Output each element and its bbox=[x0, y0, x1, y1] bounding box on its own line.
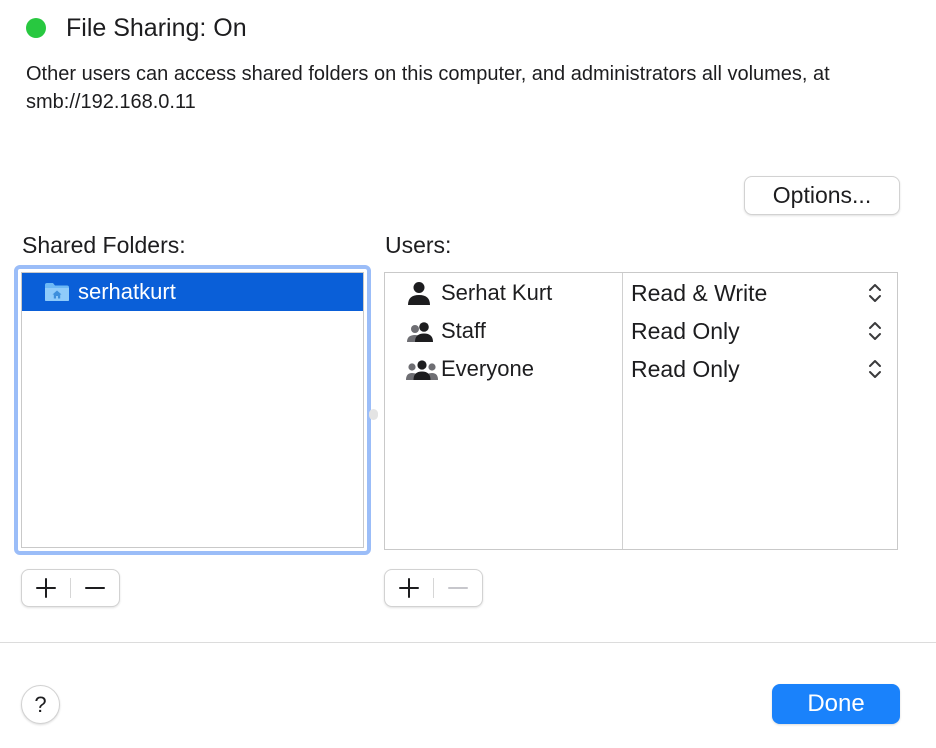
users-label: Users: bbox=[385, 232, 452, 258]
minus-icon bbox=[448, 587, 468, 589]
user-name-cell: Staff bbox=[385, 318, 622, 344]
sharing-description: Other users can access shared folders on… bbox=[26, 63, 830, 113]
permission-popup-serhat-kurt[interactable]: Read & Write bbox=[622, 280, 897, 307]
up-down-chevron-icon bbox=[869, 360, 881, 378]
user-row-staff[interactable]: Staff Read Only bbox=[385, 312, 897, 350]
status-indicator-dot bbox=[26, 18, 46, 38]
remove-folder-button[interactable] bbox=[71, 570, 119, 606]
plus-icon bbox=[36, 578, 56, 598]
permission-value: Read Only bbox=[631, 355, 740, 382]
shared-folders-list-content: serhatkurt bbox=[21, 272, 364, 548]
user-name-cell: Everyone bbox=[385, 356, 622, 382]
user-name: Everyone bbox=[441, 356, 534, 381]
user-row-serhat-kurt[interactable]: Serhat Kurt Read & Write bbox=[385, 274, 897, 312]
user-name: Serhat Kurt bbox=[441, 280, 553, 305]
plus-icon bbox=[399, 578, 419, 598]
split-view-handle[interactable] bbox=[369, 409, 378, 420]
folders-add-remove-control bbox=[21, 569, 120, 607]
options-button[interactable]: Options... bbox=[744, 176, 900, 215]
single-user-icon bbox=[408, 282, 430, 305]
users-add-remove-control bbox=[384, 569, 483, 607]
user-name-cell: Serhat Kurt bbox=[385, 280, 622, 306]
status-title: File Sharing: On bbox=[66, 13, 247, 42]
permission-popup-staff[interactable]: Read Only bbox=[622, 318, 897, 345]
shared-folders-label: Shared Folders: bbox=[22, 232, 186, 258]
status-row: File Sharing: On bbox=[26, 12, 247, 44]
permission-value: Read & Write bbox=[631, 279, 768, 306]
user-row-everyone[interactable]: Everyone Read Only bbox=[385, 350, 897, 388]
done-button[interactable]: Done bbox=[772, 684, 900, 724]
shared-folder-name: serhatkurt bbox=[78, 279, 176, 304]
footer-divider bbox=[0, 642, 936, 643]
group-icon bbox=[407, 322, 433, 342]
minus-icon bbox=[85, 587, 105, 589]
user-name: Staff bbox=[441, 318, 486, 343]
up-down-chevron-icon bbox=[869, 284, 881, 302]
add-folder-button[interactable] bbox=[22, 570, 70, 606]
shared-folders-list[interactable]: serhatkurt bbox=[14, 265, 371, 555]
home-folder-icon bbox=[44, 282, 70, 302]
add-user-button[interactable] bbox=[385, 570, 433, 606]
users-permissions-table[interactable]: Serhat Kurt Read & Write Staff Read Only… bbox=[384, 272, 898, 550]
up-down-chevron-icon bbox=[869, 322, 881, 340]
permission-popup-everyone[interactable]: Read Only bbox=[622, 356, 897, 383]
permission-value: Read Only bbox=[631, 317, 740, 344]
everyone-icon bbox=[406, 360, 438, 380]
shared-folder-row[interactable]: serhatkurt bbox=[22, 273, 363, 311]
help-button[interactable]: ? bbox=[21, 685, 60, 724]
file-sharing-dialog: File Sharing: On Other users can access … bbox=[0, 0, 936, 748]
remove-user-button[interactable] bbox=[434, 570, 482, 606]
